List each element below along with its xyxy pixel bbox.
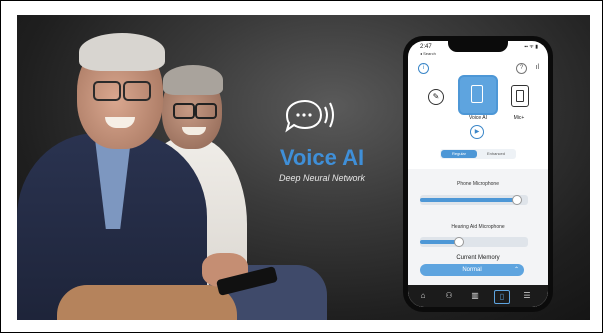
current-memory-label: Current Memory	[456, 255, 500, 261]
slider-fill	[420, 198, 516, 202]
hero-scene: Voice AI Deep Neural Network 2:47 ◂ Sear…	[17, 15, 590, 320]
phone-screen: 2:47 ◂ Search ▪▪ ᯤ ▮ i ? ıl ✎ Voice AI M…	[408, 41, 548, 307]
phone-voice-icon	[471, 85, 483, 103]
edit-icon[interactable]: ✎	[428, 89, 444, 105]
smartphone: 2:47 ◂ Search ▪▪ ᯤ ▮ i ? ıl ✎ Voice AI M…	[403, 36, 553, 312]
memory-select-value: Normal	[462, 267, 482, 273]
hearing-aid-icon[interactable]: ▯	[494, 290, 510, 304]
man-front-glasses	[93, 81, 121, 101]
man-front-glasses	[123, 81, 151, 101]
phone-mic-icon	[516, 90, 524, 102]
phone-microphone-slider[interactable]	[420, 195, 528, 205]
man-back-glasses	[195, 103, 217, 119]
people-icon[interactable]: ⚇	[442, 290, 456, 302]
speech-bubble-sound-icon	[285, 99, 334, 133]
bottom-nav: ⌂ ⚇ ▥ ▯ ☰	[408, 285, 548, 307]
chevron-up-icon: ⌃	[513, 267, 519, 273]
back-to-search-link[interactable]: ◂ Search	[420, 51, 436, 56]
tab-enhanced[interactable]: Enhanced	[478, 150, 514, 158]
mic-plus-button-label: Mic+	[513, 115, 525, 121]
tab-regular[interactable]: Regular	[441, 150, 477, 158]
voice-ai-subtitle: Deep Neural Network	[278, 173, 366, 183]
phone-notch	[448, 41, 508, 52]
hearing-aid-microphone-label: Hearing Aid Microphone	[451, 224, 505, 230]
man-back-glasses	[173, 103, 195, 119]
man-front-legs	[57, 285, 237, 320]
signal-bars-icon[interactable]: ıl	[536, 64, 540, 71]
hearing-aid-microphone-slider[interactable]	[420, 237, 528, 247]
equalizer-icon[interactable]: ▥	[468, 290, 482, 302]
voice-ai-button-label: Voice AI	[468, 115, 488, 121]
home-icon[interactable]: ⌂	[416, 290, 430, 302]
voice-ai-title: Voice AI	[279, 145, 365, 170]
info-icon[interactable]: i	[418, 63, 429, 74]
man-front-hair	[79, 33, 165, 71]
menu-icon[interactable]: ☰	[520, 290, 534, 302]
mic-plus-button[interactable]	[511, 85, 529, 107]
slider-handle[interactable]	[454, 237, 464, 247]
memory-select[interactable]: Normal ⌃	[420, 264, 524, 276]
slider-handle[interactable]	[512, 195, 522, 205]
voice-ai-button[interactable]	[458, 75, 498, 115]
status-time: 2:47	[420, 44, 432, 50]
man-back-hair	[163, 65, 223, 95]
play-icon[interactable]: ▶	[470, 125, 484, 139]
mode-segmented-control: Regular Enhanced	[440, 149, 516, 159]
frame: Voice AI Deep Neural Network 2:47 ◂ Sear…	[0, 0, 603, 333]
status-icons: ▪▪ ᯤ ▮	[524, 44, 538, 50]
help-icon[interactable]: ?	[516, 63, 527, 74]
phone-microphone-label: Phone Microphone	[457, 181, 499, 187]
